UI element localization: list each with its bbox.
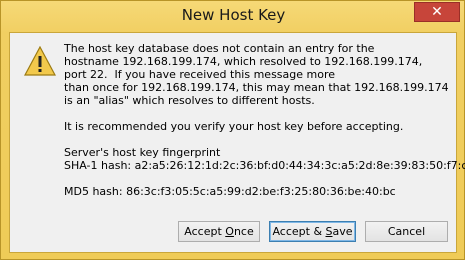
- dialog-window: New Host Key ✕ The host key database doe…: [0, 0, 465, 260]
- accept-once-button[interactable]: Accept Once: [178, 221, 260, 242]
- warning-icon: [24, 46, 56, 76]
- close-button[interactable]: ✕: [414, 2, 460, 22]
- fingerprint-heading: Server's host key fingerprint: [64, 146, 221, 159]
- accept-once-label-start: Accept: [184, 225, 226, 238]
- cancel-button[interactable]: Cancel: [365, 221, 448, 242]
- message-line: port 22. If you have received this messa…: [64, 68, 336, 81]
- message-line: than once for 192.168.199.174, this may …: [64, 81, 449, 94]
- window-title: New Host Key: [181, 6, 286, 24]
- accept-and-save-button[interactable]: Accept & Save: [269, 221, 356, 242]
- accept-once-mnemonic: O: [225, 225, 234, 238]
- sha1-hash: SHA-1 hash: a2:a5:26:12:1d:2c:36:bf:d0:4…: [64, 159, 465, 172]
- accept-once-label-end: nce: [233, 225, 254, 238]
- accept-save-label-end: ave: [332, 225, 353, 238]
- close-icon: ✕: [431, 4, 443, 20]
- message-text: The host key database does not contain a…: [64, 42, 465, 198]
- title-bar[interactable]: New Host Key ✕: [1, 1, 465, 33]
- message-line: The host key database does not contain a…: [64, 42, 375, 55]
- message-line: is an "alias" which resolves to differen…: [64, 94, 315, 107]
- message-line: hostname 192.168.199.174, which resolved…: [64, 55, 423, 68]
- accept-save-label-start: Accept &: [272, 225, 326, 238]
- recommendation-text: It is recommended you verify your host k…: [64, 120, 404, 133]
- md5-hash: MD5 hash: 86:3c:f3:05:5c:a5:99:d2:be:f3:…: [64, 185, 396, 198]
- dialog-content: The host key database does not contain a…: [9, 32, 465, 253]
- accept-save-mnemonic: S: [325, 225, 333, 238]
